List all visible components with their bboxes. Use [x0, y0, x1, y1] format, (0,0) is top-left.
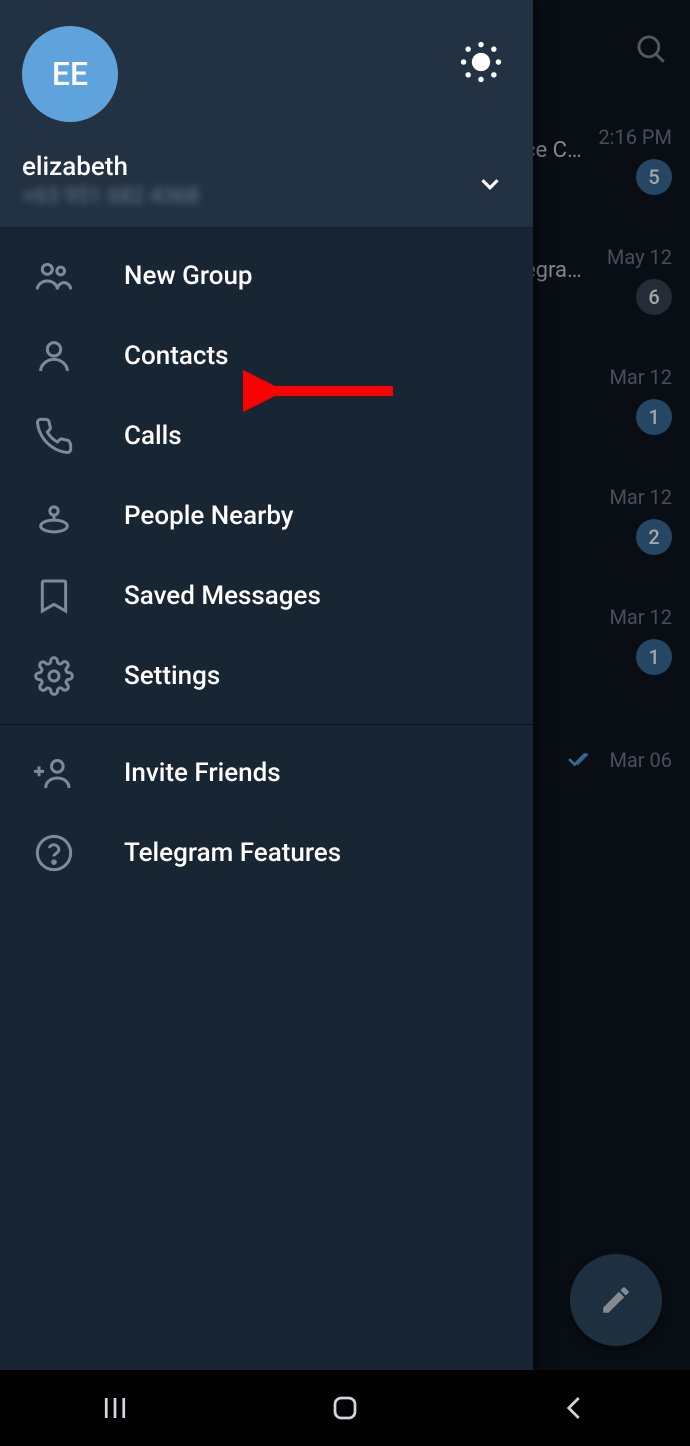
- menu-item-settings[interactable]: Settings: [0, 636, 533, 716]
- menu-label: Contacts: [124, 341, 228, 371]
- menu-label: Calls: [124, 421, 182, 451]
- menu-divider: [0, 724, 533, 725]
- group-icon: [32, 254, 76, 298]
- bookmark-icon: [32, 574, 76, 618]
- menu-label: Settings: [124, 661, 220, 691]
- avatar[interactable]: EE: [22, 26, 118, 122]
- system-navbar: [0, 1370, 690, 1446]
- drawer-header[interactable]: EE elizabeth +63 951 682 4368: [0, 0, 533, 228]
- add-person-icon: [32, 751, 76, 795]
- chevron-down-icon[interactable]: [475, 169, 505, 203]
- recent-apps-button[interactable]: [85, 1393, 145, 1423]
- theme-toggle-icon[interactable]: [457, 38, 505, 86]
- help-icon: [32, 831, 76, 875]
- phone-number: +63 951 682 4368: [22, 184, 511, 209]
- home-button[interactable]: [315, 1393, 375, 1423]
- menu-label: New Group: [124, 261, 253, 291]
- menu-item-telegram-features[interactable]: Telegram Features: [0, 813, 533, 893]
- nearby-icon: [32, 494, 76, 538]
- menu-label: Telegram Features: [124, 838, 341, 868]
- menu-item-invite-friends[interactable]: Invite Friends: [0, 733, 533, 813]
- navigation-drawer: EE elizabeth +63 951 682 4368: [0, 0, 533, 1370]
- menu-item-new-group[interactable]: New Group: [0, 236, 533, 316]
- username: elizabeth: [22, 152, 511, 182]
- menu-label: People Nearby: [124, 501, 294, 531]
- gear-icon: [32, 654, 76, 698]
- menu-item-people-nearby[interactable]: People Nearby: [0, 476, 533, 556]
- phone-icon: [32, 414, 76, 458]
- menu-label: Invite Friends: [124, 758, 281, 788]
- menu-label: Saved Messages: [124, 581, 321, 611]
- avatar-initials: EE: [52, 55, 88, 93]
- menu-item-contacts[interactable]: Contacts: [0, 316, 533, 396]
- menu-item-calls[interactable]: Calls: [0, 396, 533, 476]
- person-icon: [32, 334, 76, 378]
- back-button[interactable]: [545, 1393, 605, 1423]
- menu-item-saved-messages[interactable]: Saved Messages: [0, 556, 533, 636]
